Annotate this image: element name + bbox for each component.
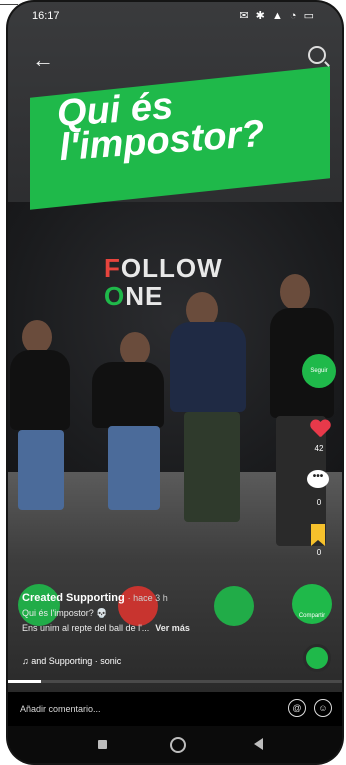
status-bar: 16:17 ✉ ✱ ▲ ◔ ▭: [8, 2, 342, 30]
system-nav-bar: [8, 726, 342, 763]
wall-word-ne: NE: [125, 281, 164, 311]
emoji-icon[interactable]: ☺: [314, 699, 332, 717]
back-arrow-icon[interactable]: ←: [32, 47, 54, 73]
heart-icon[interactable]: [310, 420, 330, 438]
follow-button[interactable]: Seguir: [302, 354, 336, 388]
wall-letter-o: O: [104, 281, 126, 311]
status-time: 16:17: [32, 10, 60, 22]
video-player[interactable]: Qui és l'impostor? FOLLOW ONE 16:17 ✉ ✱ …: [8, 2, 342, 692]
nav-back-icon[interactable]: [254, 738, 263, 750]
recent-apps-icon[interactable]: [98, 740, 107, 749]
caption-text: Ens unim al repte del ball de l'...: [22, 623, 150, 633]
video-progress-bar[interactable]: [8, 680, 342, 683]
comment-icon[interactable]: •••: [307, 470, 329, 488]
music-disc-icon[interactable]: [303, 644, 331, 672]
video-progress-fill: [8, 680, 42, 683]
home-icon[interactable]: [170, 737, 186, 753]
bookmark-icon[interactable]: [311, 524, 325, 546]
like-count: 42: [314, 444, 324, 453]
save-count: 0: [316, 548, 322, 557]
author-name[interactable]: Created Supporting · hace 3 h: [22, 592, 302, 604]
see-more-link[interactable]: Ver más: [155, 623, 190, 633]
post-time: · hace 3 h: [127, 593, 168, 603]
comment-bar: Añadir comentario... @ ☺: [8, 692, 342, 726]
search-icon[interactable]: [308, 46, 326, 64]
caption-title: Qui és l'impostor? 💀: [22, 608, 108, 618]
title-banner-text: Qui és l'impostor?: [56, 83, 266, 169]
wall-letter-f: F: [104, 253, 121, 283]
wall-word-ollow: OLLOW: [120, 253, 223, 283]
comment-count: 0: [316, 498, 322, 507]
video-caption: Created Supporting · hace 3 h Qui és l'im…: [22, 592, 302, 633]
at-icon[interactable]: @: [288, 699, 306, 717]
music-track[interactable]: ♫ and Supporting · sonic: [22, 656, 121, 666]
comment-input[interactable]: Añadir comentario...: [20, 692, 101, 726]
phone-frame: Qui és l'impostor? FOLLOW ONE 16:17 ✉ ✱ …: [8, 2, 342, 763]
status-icons: ✉ ✱ ▲ ◔ ▭: [239, 10, 316, 22]
